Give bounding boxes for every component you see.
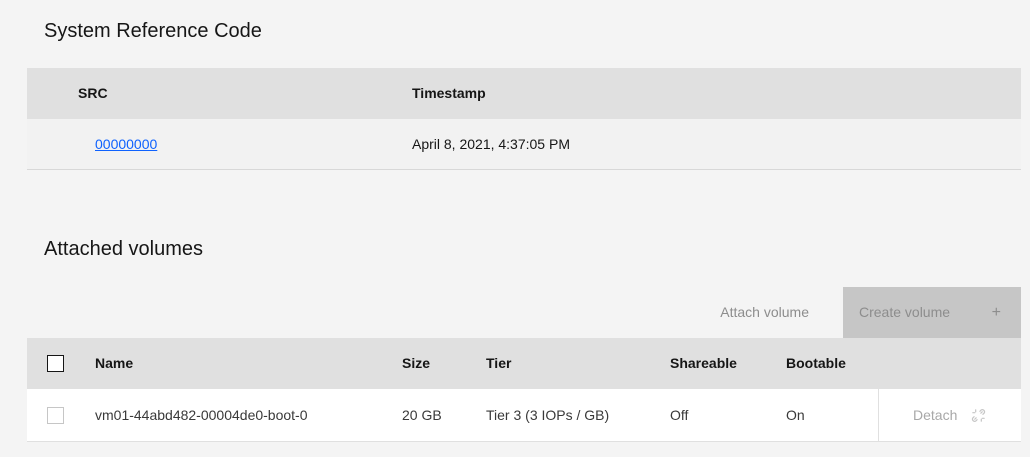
volumes-table: Name Size Tier Shareable Bootable vm01-4… <box>27 338 1021 442</box>
src-timestamp: April 8, 2021, 4:37:05 PM <box>412 136 570 152</box>
select-all-checkbox[interactable] <box>47 355 64 372</box>
column-header-src: SRC <box>78 85 108 101</box>
detach-cell: Detach <box>878 389 1021 442</box>
column-header-bootable[interactable]: Bootable <box>786 338 846 389</box>
column-header-tier[interactable]: Tier <box>486 338 511 389</box>
column-header-size[interactable]: Size <box>402 338 430 389</box>
volumes-section-title: Attached volumes <box>44 238 203 260</box>
volume-bootable: On <box>786 407 805 423</box>
src-code-link[interactable]: 00000000 <box>95 136 157 152</box>
detach-icon <box>971 408 986 428</box>
volume-tier: Tier 3 (3 IOPs / GB) <box>486 407 610 423</box>
src-table: SRC Timestamp 00000000 April 8, 2021, 4:… <box>27 68 1021 170</box>
table-row: 00000000 April 8, 2021, 4:37:05 PM <box>27 119 1021 170</box>
volumes-toolbar: Attach volume Create volume + <box>27 287 1021 338</box>
src-table-header: SRC Timestamp <box>27 68 1021 119</box>
column-header-shareable[interactable]: Shareable <box>670 338 737 389</box>
volume-shareable: Off <box>670 407 689 423</box>
volumes-table-header: Name Size Tier Shareable Bootable <box>27 338 1021 389</box>
volume-size: 20 GB <box>402 407 442 423</box>
create-volume-label: Create volume <box>859 304 951 320</box>
column-header-timestamp: Timestamp <box>412 85 486 101</box>
table-row: vm01-44abd482-00004de0-boot-0 20 GB Tier… <box>27 389 1021 442</box>
detach-button[interactable]: Detach <box>913 389 957 442</box>
create-volume-button[interactable]: Create volume + <box>843 287 1021 338</box>
src-section-title: System Reference Code <box>44 20 262 42</box>
plus-icon: + <box>991 304 1001 321</box>
attach-volume-button[interactable]: Attach volume <box>704 287 825 338</box>
row-select-checkbox[interactable] <box>47 407 64 424</box>
column-header-name[interactable]: Name <box>95 338 133 389</box>
volume-name: vm01-44abd482-00004de0-boot-0 <box>95 407 308 423</box>
